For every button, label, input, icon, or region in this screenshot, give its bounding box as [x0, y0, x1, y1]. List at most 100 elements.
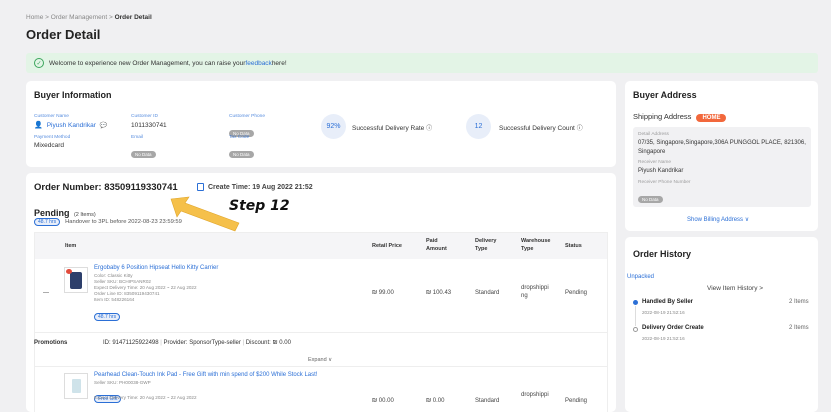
address-box: Detail Address 07/35, Singapore,Singapor… — [633, 127, 811, 207]
info-icon[interactable]: ⓘ — [426, 126, 432, 132]
table-row: — Ergobaby 6 Position Hipseat Hello Kitt… — [35, 259, 607, 333]
show-billing-address-link[interactable]: Show Billing Address ∨ — [687, 216, 749, 223]
product-expect-time: Expect Delivery Time: 20 Aug 2022 ~ 22 A… — [94, 395, 197, 400]
delivery-rate-label: Successful Delivery Rate — [352, 125, 425, 132]
promotion-discount: Discount: ₪ 0.00 — [245, 340, 291, 346]
breadcrumb-home[interactable]: Home — [26, 14, 43, 21]
history-event-time: 2022-08-19 21:52:16 — [642, 310, 685, 315]
history-event-title: Handled By Seller — [642, 299, 694, 305]
customer-id-value: 1011330741 — [131, 122, 167, 129]
delivery-count-circle: 12 — [466, 114, 491, 139]
shipping-address-label: Shipping Address — [633, 112, 692, 121]
row-collapse-toggle[interactable]: — — [43, 290, 49, 296]
row-hours: 48.7 hrs — [94, 305, 121, 323]
status: Pending — [565, 398, 588, 404]
no-data-badge: No Data — [638, 196, 663, 203]
history-event-count: 2 Items — [789, 325, 809, 331]
shipping-address-row: Shipping Address HOME — [633, 112, 727, 122]
view-item-history-link[interactable]: View Item History > — [707, 285, 763, 292]
breadcrumb-sep: > — [45, 14, 49, 21]
banner-suffix: here! — [271, 59, 287, 67]
th-delivery-type: Delivery Type — [475, 238, 497, 252]
payment-method-label: Payment Method — [34, 135, 71, 140]
promotion-id: ID: 91471125922498 — [103, 340, 159, 346]
order-card: Order Number: 83509119330741 Create Time… — [26, 173, 616, 412]
home-badge: HOME — [696, 114, 727, 122]
product-name-link[interactable]: Ergobaby 6 Position Hipseat Hello Kitty … — [94, 265, 218, 271]
order-number: Order Number: 83509119330741 — [34, 182, 178, 193]
breadcrumb-order-management[interactable]: Order Management — [51, 14, 107, 21]
create-time: Create Time: 19 Aug 2022 21:52 — [208, 184, 313, 191]
page-title: Order Detail — [26, 27, 101, 42]
feedback-link[interactable]: feedback — [245, 60, 271, 67]
payment-method-value: Mixedcard — [34, 142, 64, 149]
history-event-title: Delivery Order Create — [642, 325, 704, 331]
promotion-details: ID: 91471125922498 | Provider: SponsorTy… — [103, 340, 291, 346]
info-icon[interactable]: ⓘ — [577, 126, 583, 132]
receiver-name-value: Piyush Kandrikar — [638, 168, 684, 174]
customer-name-link[interactable]: Piyush Kandrikar — [47, 122, 96, 129]
product-sku: Seller SKU: PH00038-GWP — [94, 380, 151, 385]
chat-icon[interactable]: 💬 — [100, 122, 107, 129]
promotions-label: Promotions — [34, 340, 68, 346]
timeline-line — [635, 306, 636, 326]
product-thumbnail[interactable] — [64, 373, 88, 399]
promotion-provider: Provider: SponsorType-seller — [163, 340, 241, 346]
th-status: Status — [565, 243, 582, 249]
table-row: Pearhead Clean-Touch Ink Pad - Free Gift… — [35, 367, 607, 412]
delivery-type: Standard — [475, 290, 500, 296]
customer-name-row: 👤 Piyush Kandrikar 💬 — [34, 121, 107, 130]
user-icon: 👤 — [34, 122, 43, 129]
product-name-link[interactable]: Pearhead Clean-Touch Ink Pad - Free Gift… — [94, 372, 317, 378]
email-label: Email — [131, 135, 143, 140]
welcome-banner: ✓ Welcome to experience new Order Manage… — [26, 53, 818, 73]
history-event-count: 2 Items — [789, 299, 809, 305]
timeline-dot — [633, 327, 638, 332]
check-circle-icon: ✓ — [34, 58, 44, 68]
buyer-information-card: Buyer Information Customer Name 👤 Piyush… — [26, 81, 616, 167]
item-id: Item ID: 548226164 — [94, 297, 135, 302]
th-paid-amount: Paid Amount — [426, 238, 447, 252]
retail-price: ₪ 99.00 — [372, 290, 394, 296]
paid-amount: ₪ 100.43 — [426, 290, 452, 296]
timeline-dot-active — [633, 300, 638, 305]
receiver-phone-label: Receiver Phone Number — [638, 180, 691, 185]
email-value: No Data — [131, 143, 156, 161]
detail-address-label: Detail Address — [638, 132, 669, 137]
customer-phone-label: Customer Phone — [229, 114, 265, 119]
warehouse-type: dropshippi — [521, 392, 549, 398]
promotion-row: Promotions ID: 91471125922498 | Provider… — [34, 333, 607, 367]
step-label: Step 12 — [229, 198, 290, 214]
unpacked-label: Unpacked — [627, 274, 655, 280]
receiver-phone-value: No Data — [638, 188, 663, 206]
order-history-card: Order History Unpacked View Item History… — [625, 237, 818, 412]
tax-code-value: No Data — [229, 143, 254, 161]
retail-price: ₪ 00.00 — [372, 398, 394, 404]
delivery-count-text: Successful Delivery Count ⓘ — [499, 123, 583, 132]
order-history-title: Order History — [633, 249, 692, 259]
th-warehouse-type: Warehouse Type — [521, 238, 551, 252]
receiver-name-label: Receiver Name — [638, 160, 672, 165]
expand-link[interactable]: Expand ∨ — [308, 357, 332, 363]
delivery-type: Standard — [475, 398, 500, 404]
copy-icon[interactable] — [197, 183, 204, 191]
hours-tag: 48.7 hrs — [94, 313, 121, 321]
handover-row: 48.7 hrs Handover to 3PL before 2022-08-… — [34, 218, 182, 226]
buyer-information-title: Buyer Information — [34, 90, 112, 100]
breadcrumb-current: Order Detail — [114, 14, 152, 21]
items-table: Item Retail Price Paid Amount Delivery T… — [34, 232, 608, 412]
th-retail-price: Retail Price — [372, 243, 402, 249]
breadcrumb: Home > Order Management > Order Detail — [26, 14, 152, 21]
delivery-count-label: Successful Delivery Count — [499, 125, 575, 132]
warehouse-type: dropshipping — [521, 285, 549, 299]
banner-text: Welcome to experience new Order Manageme… — [49, 59, 246, 67]
buyer-address-card: Buyer Address Shipping Address HOME Deta… — [625, 81, 818, 231]
th-item: Item — [65, 243, 77, 249]
detail-address-value: 07/35, Singapore,Singapore,306A PUNGGOL … — [638, 140, 806, 155]
delivery-rate-circle: 92% — [321, 114, 346, 139]
hours-tag: 48.7 hrs — [34, 218, 61, 226]
product-thumbnail[interactable] — [64, 267, 88, 293]
no-data-badge: No Data — [229, 151, 254, 158]
customer-id-label: Customer ID — [131, 114, 158, 119]
history-event-time: 2022-08-19 21:52:16 — [642, 336, 685, 341]
